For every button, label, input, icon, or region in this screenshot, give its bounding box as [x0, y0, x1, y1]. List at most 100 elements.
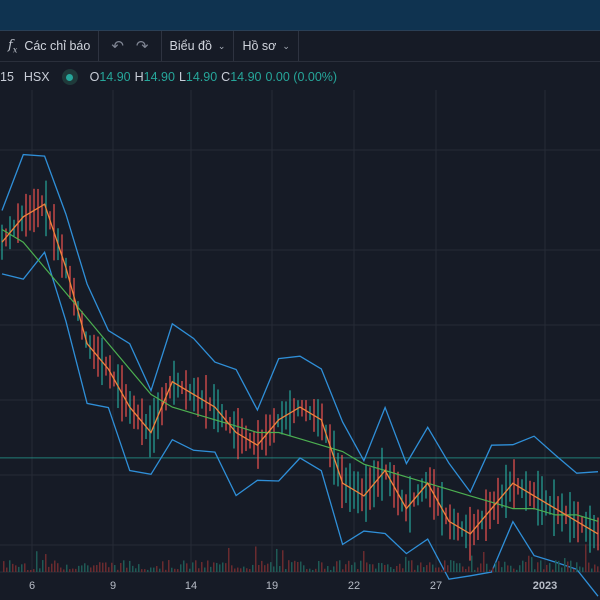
- volume-bar: [39, 568, 41, 572]
- volume-bar: [66, 564, 68, 572]
- volume-bar: [54, 560, 56, 572]
- profile-menu-button[interactable]: Hồ sơ ⌄: [234, 31, 297, 61]
- volume-bar: [327, 566, 329, 572]
- volume-bar: [111, 562, 113, 572]
- volume-bar: [552, 569, 554, 572]
- volume-bar: [591, 568, 593, 572]
- x-tick-label: 19: [266, 580, 278, 592]
- volume-bar: [234, 568, 236, 572]
- x-tick-label: 22: [348, 580, 360, 592]
- volume-bar: [132, 565, 134, 572]
- volume-bar: [450, 560, 452, 572]
- volume-bar: [201, 562, 203, 572]
- volume-bar: [213, 562, 215, 572]
- volume-bar: [588, 562, 590, 572]
- volume-bar: [549, 563, 551, 572]
- volume-bar: [99, 562, 101, 572]
- volume-bar: [315, 568, 317, 572]
- open-label: O: [89, 70, 100, 84]
- volume-bar: [270, 562, 272, 572]
- volume-bar: [63, 569, 65, 572]
- volume-bar: [255, 546, 257, 572]
- volume-bar: [369, 564, 371, 572]
- volume-bar: [483, 551, 485, 572]
- volume-bar: [102, 562, 104, 572]
- volume-bar: [324, 568, 326, 572]
- volume-bar: [354, 562, 356, 572]
- volume-bar: [546, 564, 548, 572]
- volume-bar: [405, 556, 407, 572]
- volume-bar: [60, 567, 62, 572]
- volume-bar: [15, 565, 17, 572]
- volume-bar: [333, 566, 335, 572]
- volume-bar: [504, 561, 506, 572]
- exchange-label: HSX: [23, 70, 50, 84]
- redo-icon[interactable]: ↷: [136, 37, 149, 55]
- volume-bar: [351, 564, 353, 572]
- undo-icon[interactable]: ↶: [111, 37, 124, 55]
- x-tick-label: 9: [110, 580, 116, 592]
- volume-bar: [402, 568, 404, 572]
- volume-bar: [561, 567, 563, 572]
- volume-bar: [501, 567, 503, 572]
- volume-bar: [366, 562, 368, 572]
- volume-bar: [69, 569, 71, 572]
- volume-bar: [87, 565, 89, 572]
- volume-bar: [426, 565, 428, 572]
- volume-bar: [567, 561, 569, 572]
- volume-bar: [231, 565, 233, 572]
- volume-bar: [210, 566, 212, 572]
- indicators-label: Các chỉ báo: [24, 39, 91, 53]
- chart-menu-label: Biểu đồ: [169, 39, 212, 53]
- volume-bar: [303, 565, 305, 572]
- volume-bar: [177, 569, 179, 572]
- volume-bar: [345, 564, 347, 572]
- x-tick-label: 2023: [533, 580, 557, 592]
- volume-bar: [171, 567, 173, 572]
- close-value: 14.90: [230, 70, 262, 84]
- volume-bar: [393, 569, 395, 572]
- volume-bar: [42, 560, 44, 572]
- top-header-bar: [0, 0, 600, 31]
- indicators-button[interactable]: fx Các chỉ báo: [0, 31, 98, 61]
- volume-bar: [537, 562, 539, 572]
- volume-bar: [432, 564, 434, 572]
- volume-bar: [579, 566, 581, 572]
- volume-bar: [375, 568, 377, 572]
- volume-bar: [264, 565, 266, 572]
- volume-bar: [72, 568, 74, 572]
- volume-bar: [9, 560, 11, 572]
- volume-bar: [135, 568, 137, 572]
- volume-bar: [51, 563, 53, 572]
- volume-bar: [246, 568, 248, 572]
- volume-bar: [183, 560, 185, 572]
- volume-bar: [288, 560, 290, 572]
- volume-bar: [453, 560, 455, 572]
- price-chart[interactable]: 6 9 14 19 22 27 2023: [0, 90, 600, 600]
- volume-bar: [417, 565, 419, 572]
- volume-bar: [144, 569, 146, 572]
- volume-bar: [507, 565, 509, 572]
- volume-bar: [108, 567, 110, 572]
- volume-bar: [27, 569, 29, 572]
- chart-menu-button[interactable]: Biểu đồ ⌄: [162, 31, 234, 61]
- volume-bar: [156, 566, 158, 572]
- change-value: 0.00 (0.00%): [265, 70, 338, 84]
- volume-bar: [309, 568, 311, 572]
- volume-bar: [543, 569, 545, 572]
- volume-bar: [477, 567, 479, 572]
- volume-bar: [456, 563, 458, 572]
- volume-bar: [306, 569, 308, 572]
- volume-bar: [153, 567, 155, 572]
- volume-bar: [129, 560, 131, 572]
- volume-bar: [447, 565, 449, 572]
- volume-bar: [399, 563, 401, 572]
- volume-bar: [321, 562, 323, 572]
- volume-bar: [525, 561, 527, 572]
- volume-bar: [105, 562, 107, 572]
- high-value: 14.90: [143, 70, 175, 84]
- volume-bar: [189, 568, 191, 572]
- open-value: 14.90: [99, 70, 131, 84]
- volume-bar: [462, 566, 464, 572]
- volume-bar: [459, 563, 461, 572]
